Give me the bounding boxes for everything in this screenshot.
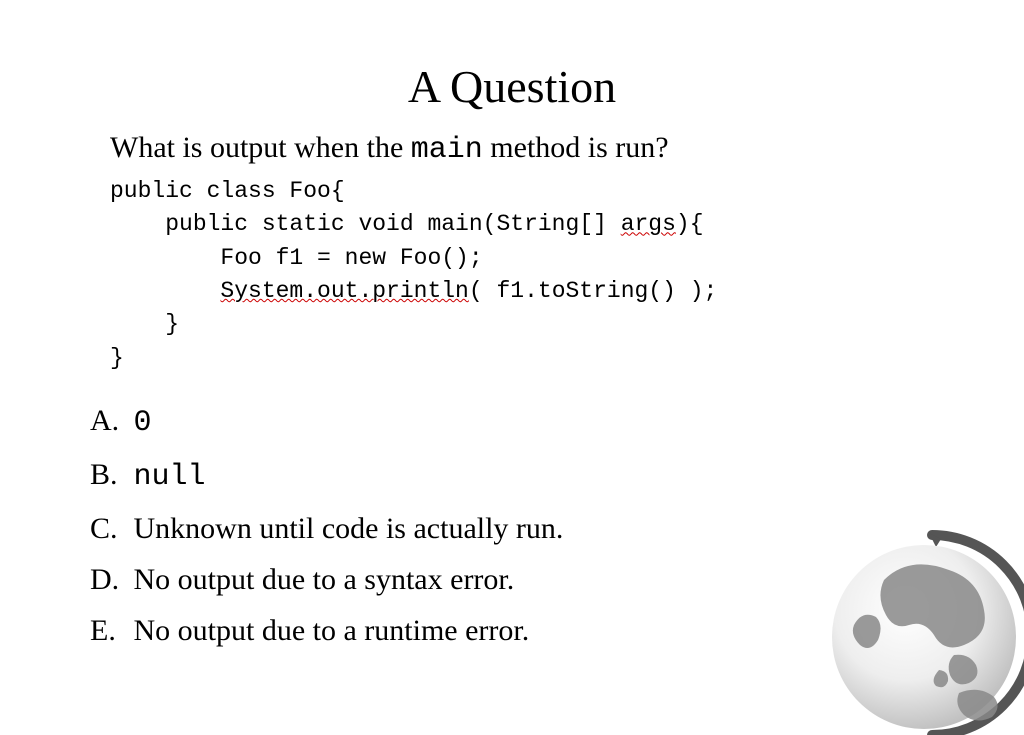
answer-c: C. Unknown until code is actually run. [90,503,934,554]
answer-d-letter: D. [90,554,126,605]
slide-title: A Question [90,60,934,113]
answer-d-text: No output due to a syntax error. [134,563,515,596]
question-prefix: What is output when the [110,131,411,164]
answer-c-letter: C. [90,503,126,554]
answer-b-text: null [134,460,206,494]
code-block: public class Foo{ public static void mai… [110,175,934,375]
answer-a-text: 0 [134,406,152,440]
answer-d: D. No output due to a syntax error. [90,554,934,605]
answer-a: A. 0 [90,395,934,449]
answers-list: A. 0 B. null C. Unknown until code is ac… [90,395,934,656]
code-line-2-post: ){ [676,211,704,237]
answer-e: E. No output due to a runtime error. [90,605,934,656]
code-line-1: public class Foo{ [110,178,345,204]
answer-b-letter: B. [90,449,126,500]
code-line-4a [110,278,220,304]
globe-icon [814,525,1024,735]
answer-a-letter: A. [90,395,126,446]
code-line-5: } [110,311,179,337]
answer-b: B. null [90,449,934,503]
question-code-inline: main [411,133,483,167]
code-line-3: Foo f1 = new Foo(); [110,245,483,271]
question-text: What is output when the main method is r… [110,131,934,167]
code-line-2-pre: public static void main(String[] [110,211,621,237]
code-println-squiggle: System.out.println [220,278,468,304]
answer-e-text: No output due to a runtime error. [134,614,530,647]
slide-container: A Question What is output when the main … [0,0,1024,735]
code-line-4c: ( f1.toString() ); [469,278,717,304]
question-suffix: method is run? [483,131,669,164]
answer-e-letter: E. [90,605,126,656]
answer-c-text: Unknown until code is actually run. [134,512,564,545]
code-args-squiggle: args [621,211,676,237]
code-line-6: } [110,345,124,371]
